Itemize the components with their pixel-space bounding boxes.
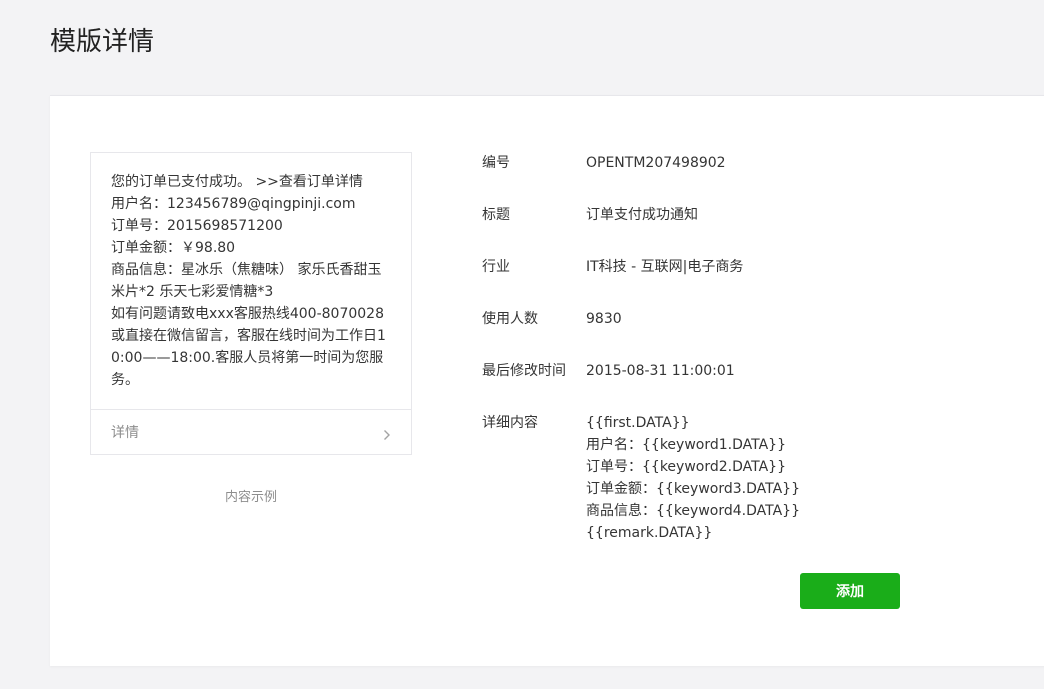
detail-value-number: OPENTM207498902 [586,155,726,171]
detail-value-title: 订单支付成功通知 [586,207,698,223]
detail-label-users: 使用人数 [482,311,538,327]
preview-line-first: 您的订单已支付成功。 >>查看订单详情 [111,174,363,190]
add-button[interactable]: 添加 [800,573,900,609]
detail-row-content: 详细内容 {{first.DATA}} 用户名：{{keyword1.DATA}… [482,412,1022,544]
content-line-remark: {{remark.DATA}} [586,525,713,541]
content-line-keyword3: 订单金额：{{keyword3.DATA}} [586,481,800,497]
detail-value-modified: 2015-08-31 11:00:01 [586,363,735,379]
detail-label-industry: 行业 [482,259,510,275]
detail-label-number: 编号 [482,155,510,171]
preview-details-link[interactable]: 详情 [91,409,411,454]
template-detail-card: 您的订单已支付成功。 >>查看订单详情 用户名：123456789@qingpi… [50,95,1044,666]
preview-line-remark: 如有问题请致电xxx客服热线400-8070028或直接在微信留言，客服在线时间… [111,306,386,388]
page-title: 模版详情 [50,27,155,57]
preview-body: 您的订单已支付成功。 >>查看订单详情 用户名：123456789@qingpi… [91,153,411,409]
detail-value-industry: IT科技 - 互联网|电子商务 [586,259,744,275]
preview-caption: 内容示例 [224,490,277,505]
message-preview: 您的订单已支付成功。 >>查看订单详情 用户名：123456789@qingpi… [90,152,412,455]
preview-line-product-info: 商品信息：星冰乐（焦糖味） 家乐氏香甜玉米片*2 乐天七彩爱情糖*3 [111,262,382,300]
content-line-keyword2: 订单号：{{keyword2.DATA}} [586,459,786,475]
chevron-right-icon [383,426,391,440]
preview-line-order-number: 订单号：2015698571200 [111,218,283,234]
detail-label-content: 详细内容 [482,415,538,431]
detail-row-title: 标题 订单支付成功通知 [482,204,1022,226]
detail-value-users: 9830 [586,311,622,327]
preview-line-order-amount: 订单金额：￥98.80 [111,240,236,256]
template-details: 编号 OPENTM207498902 标题 订单支付成功通知 行业 IT科技 -… [482,152,1022,574]
preview-details-label: 详情 [111,425,139,441]
detail-value-content: {{first.DATA}} 用户名：{{keyword1.DATA}} 订单号… [586,412,800,544]
content-line-keyword1: 用户名：{{keyword1.DATA}} [586,437,786,453]
preview-line-username: 用户名：123456789@qingpinji.com [111,196,356,212]
detail-row-number: 编号 OPENTM207498902 [482,152,1022,174]
detail-label-title: 标题 [482,207,510,223]
detail-row-modified: 最后修改时间 2015-08-31 11:00:01 [482,360,1022,382]
detail-row-industry: 行业 IT科技 - 互联网|电子商务 [482,256,1022,278]
detail-row-users: 使用人数 9830 [482,308,1022,330]
content-line-keyword4: 商品信息：{{keyword4.DATA}} [586,503,800,519]
detail-label-modified: 最后修改时间 [482,363,566,379]
content-line-first: {{first.DATA}} [586,415,690,431]
